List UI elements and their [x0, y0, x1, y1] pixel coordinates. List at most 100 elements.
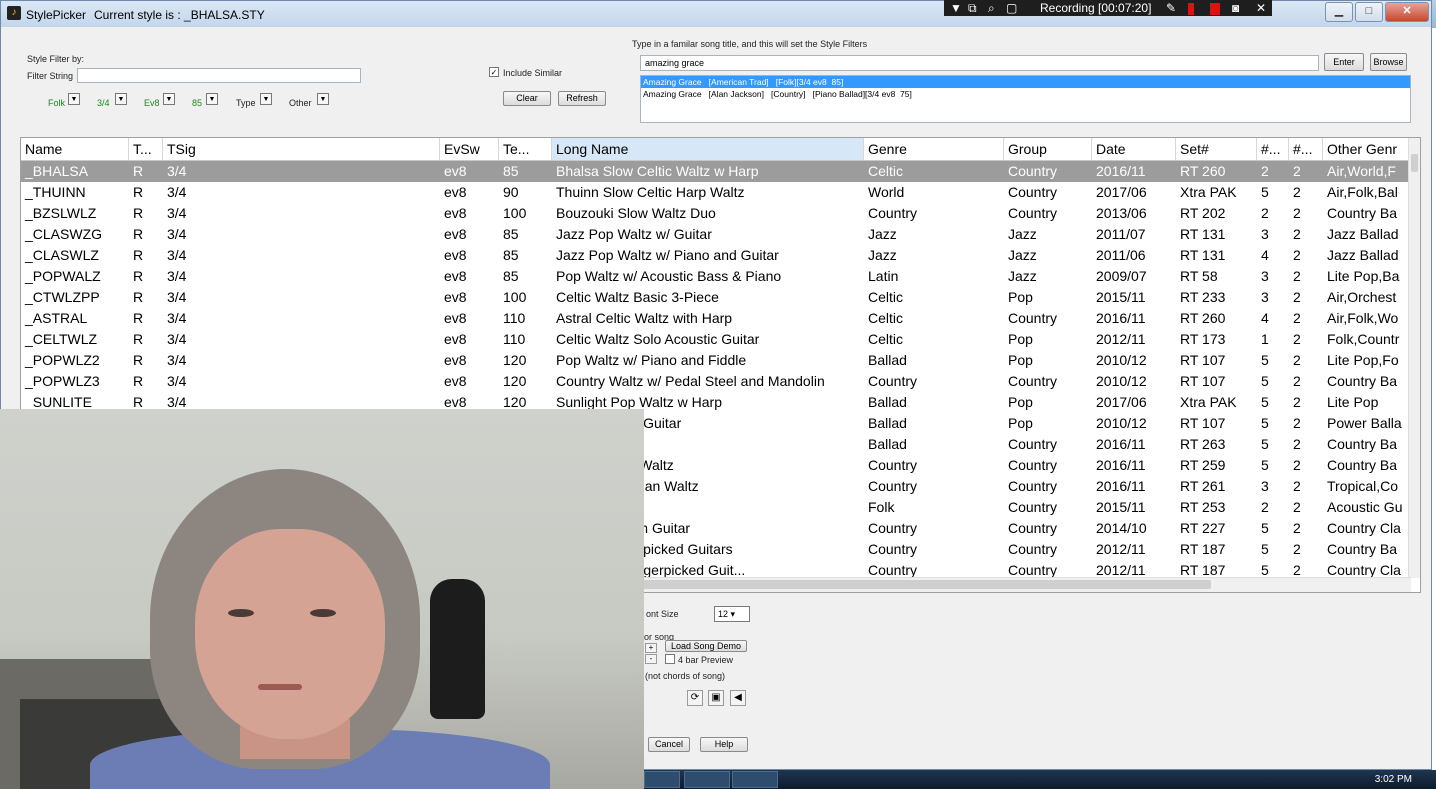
- table-cell: 1: [1261, 331, 1269, 347]
- style-filter-label: Style Filter by:: [27, 54, 85, 64]
- table-cell: 2015/11: [1096, 499, 1146, 515]
- table-cell: Country Ba: [1327, 436, 1398, 452]
- table-cell: Celtic: [868, 163, 904, 179]
- table-cell: Country: [1008, 436, 1058, 452]
- presenter-eye: [228, 609, 254, 617]
- app-title: StylePicker: [26, 8, 87, 22]
- table-cell: Country: [868, 373, 918, 389]
- taskbar-app-icon[interactable]: [644, 771, 680, 788]
- table-cell: 2: [1293, 520, 1301, 536]
- table-cell: 3/4: [167, 373, 187, 389]
- column-header[interactable]: #...: [1289, 138, 1323, 160]
- song-result-item[interactable]: Amazing Grace [American Trad] [Folk][3/4…: [641, 76, 1410, 88]
- vertical-scrollbar[interactable]: [1408, 138, 1420, 578]
- zoom-icon[interactable]: ⌕: [988, 1, 995, 16]
- load-song-demo-button[interactable]: Load Song Demo: [665, 640, 747, 652]
- table-cell: Ballad: [868, 352, 907, 368]
- feel-combo-arrow-icon[interactable]: ▼: [163, 93, 175, 105]
- table-row[interactable]: _THUINN R 3/4 ev8 90 Thuinn Slow Celtic Harp …: [21, 182, 1411, 203]
- table-cell: Country Cla: [1327, 520, 1401, 536]
- column-header[interactable]: Other Genr: [1323, 138, 1411, 160]
- loop-icon[interactable]: ⟳: [687, 690, 703, 706]
- region-icon[interactable]: ▢: [1006, 1, 1017, 15]
- type-combo-arrow-icon[interactable]: ▼: [260, 93, 272, 105]
- include-similar-checkbox[interactable]: ✓: [489, 67, 499, 77]
- table-cell: Country: [1008, 310, 1058, 326]
- recording-close-icon[interactable]: ✕: [1256, 1, 1266, 15]
- table-row[interactable]: _ASTRAL R 3/4 ev8 110 Astral Celtic Waltz wit…: [21, 308, 1411, 329]
- table-cell: 3/4: [167, 310, 187, 326]
- font-size-select[interactable]: 12 ▾: [714, 606, 750, 622]
- column-header[interactable]: EvSw: [440, 138, 499, 160]
- table-cell: 5: [1261, 436, 1269, 452]
- table-row[interactable]: _BHALSA R 3/4 ev8 85 Bhalsa Slow Celtic Waltz…: [21, 161, 1411, 182]
- four-bar-preview-checkbox[interactable]: [665, 654, 675, 664]
- refresh-button[interactable]: Refresh: [558, 91, 606, 106]
- camera-icon[interactable]: ◙: [1232, 1, 1239, 15]
- table-row[interactable]: _CTWLZPP R 3/4 ev8 100 Celtic Waltz Basic 3-P…: [21, 287, 1411, 308]
- browse-button[interactable]: Browse: [1370, 53, 1407, 71]
- help-button[interactable]: Help: [700, 737, 748, 752]
- table-cell: 2015/11: [1096, 289, 1146, 305]
- vertical-scroll-thumb[interactable]: [1411, 154, 1418, 172]
- column-header[interactable]: Group: [1004, 138, 1092, 160]
- table-cell: RT 107: [1180, 352, 1226, 368]
- song-title-input[interactable]: [640, 55, 1319, 71]
- column-header[interactable]: Date: [1092, 138, 1176, 160]
- table-cell: 2017/06: [1096, 184, 1147, 200]
- song-result-item[interactable]: Amazing Grace [Alan Jackson] [Country] […: [641, 88, 1410, 100]
- table-row[interactable]: _POPWLZ3 R 3/4 ev8 120 Country Waltz w/ Pedal…: [21, 371, 1411, 392]
- minimize-icon[interactable]: ▁: [1325, 2, 1353, 22]
- table-cell: Jazz: [868, 226, 897, 242]
- folder-icon[interactable]: ▣: [708, 690, 724, 706]
- tempo-combo-arrow-icon[interactable]: ▼: [206, 93, 218, 105]
- table-cell: RT 131: [1180, 247, 1226, 263]
- table-cell: Country Ba: [1327, 373, 1398, 389]
- table-cell: Jazz Ballad: [1327, 247, 1399, 263]
- folk-combo-arrow-icon[interactable]: ▼: [68, 93, 80, 105]
- other-combo-arrow-icon[interactable]: ▼: [317, 93, 329, 105]
- column-header[interactable]: T...: [129, 138, 163, 160]
- dropdown-icon[interactable]: ▼: [950, 1, 962, 15]
- table-cell: _CTWLZPP: [25, 289, 100, 305]
- table-row[interactable]: _CLASWLZ R 3/4 ev8 85 Jazz Pop Waltz w/ Piano…: [21, 245, 1411, 266]
- table-row[interactable]: _CLASWZG R 3/4 ev8 85 Jazz Pop Waltz w/ Guita…: [21, 224, 1411, 245]
- plus-button[interactable]: +: [645, 643, 657, 653]
- table-cell: 2: [1293, 226, 1301, 242]
- table-row[interactable]: _BZSLWLZ R 3/4 ev8 100 Bouzouki Slow Waltz Du…: [21, 203, 1411, 224]
- windows-icon[interactable]: ⧉: [968, 1, 977, 16]
- table-cell: _BZSLWLZ: [25, 205, 97, 221]
- close-icon[interactable]: ✕: [1385, 2, 1429, 22]
- table-row[interactable]: _CELTWLZ R 3/4 ev8 110 Celtic Waltz Solo Acou…: [21, 329, 1411, 350]
- filter-string-input[interactable]: [77, 68, 361, 83]
- column-header[interactable]: Long Name: [552, 138, 864, 160]
- taskbar-record-icon[interactable]: [684, 771, 730, 788]
- table-cell: 5: [1261, 457, 1269, 473]
- column-header[interactable]: #...: [1257, 138, 1289, 160]
- table-cell: Country: [1008, 478, 1058, 494]
- pen-icon[interactable]: ✎: [1166, 1, 1176, 15]
- table-cell: 85: [503, 268, 519, 284]
- enter-button[interactable]: Enter: [1324, 53, 1364, 71]
- table-row[interactable]: _POPWALZ R 3/4 ev8 85 Pop Waltz w/ Acoustic B…: [21, 266, 1411, 287]
- table-cell: _CELTWLZ: [25, 331, 98, 347]
- cancel-button[interactable]: Cancel: [648, 737, 690, 752]
- column-header[interactable]: Te...: [499, 138, 552, 160]
- column-header[interactable]: Name: [21, 138, 129, 160]
- timesig-combo-arrow-icon[interactable]: ▼: [115, 93, 127, 105]
- maximize-icon[interactable]: □: [1355, 2, 1383, 22]
- minus-button[interactable]: -: [645, 654, 657, 664]
- table-cell: ev8: [444, 331, 467, 347]
- table-cell: 3/4: [167, 205, 187, 221]
- column-header[interactable]: Genre: [864, 138, 1004, 160]
- column-header[interactable]: Set#: [1176, 138, 1257, 160]
- clear-button[interactable]: Clear: [503, 91, 551, 106]
- table-cell: 3/4: [167, 289, 187, 305]
- table-cell: 2016/11: [1096, 436, 1146, 452]
- speaker-icon[interactable]: ◀: [730, 690, 746, 706]
- table-row[interactable]: _POPWLZ2 R 3/4 ev8 120 Pop Waltz w/ Piano and…: [21, 350, 1411, 371]
- table-cell: 5: [1261, 520, 1269, 536]
- song-results-list[interactable]: Amazing Grace [American Trad] [Folk][3/4…: [640, 75, 1411, 123]
- column-header[interactable]: TSig: [163, 138, 440, 160]
- taskbar-bandinabox-icon[interactable]: [732, 771, 778, 788]
